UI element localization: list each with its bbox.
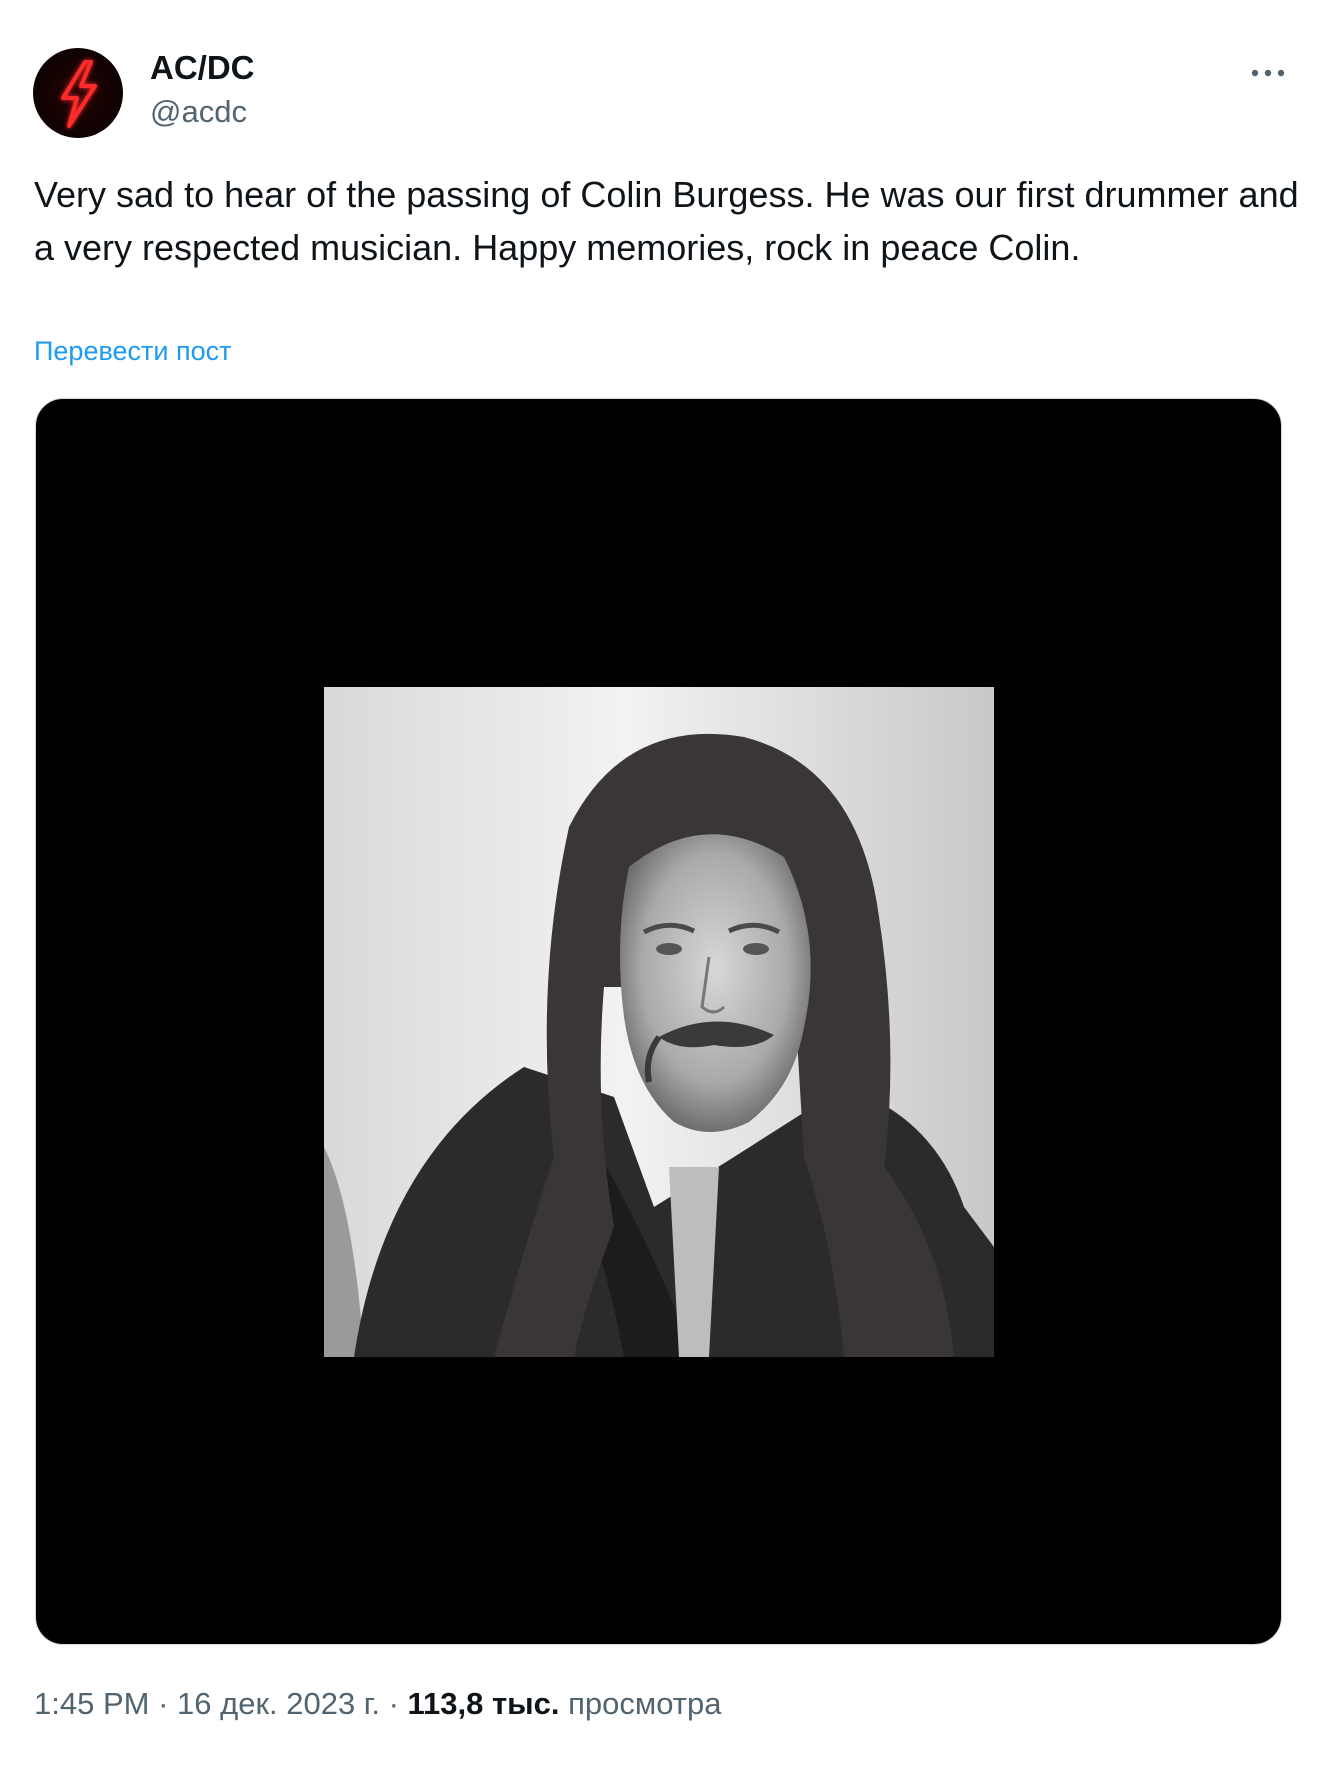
author-display-name[interactable]: AC/DC <box>150 48 255 88</box>
tweet: AC/DC @acdc Very sad to hear of the pass… <box>0 0 1332 1766</box>
translate-post-link[interactable]: Перевести пост <box>34 334 231 368</box>
post-date[interactable]: 16 дек. 2023 г. <box>177 1686 380 1721</box>
post-media[interactable] <box>35 398 1282 1645</box>
views-count[interactable]: 113,8 тыс. <box>408 1686 560 1721</box>
more-options-icon <box>1251 69 1285 77</box>
meta-separator: · <box>379 1686 408 1721</box>
lightning-bolt-icon <box>61 60 97 128</box>
post-meta: 1:45 PM · 16 дек. 2023 г. · 113,8 тыс. п… <box>34 1684 721 1724</box>
author-info: AC/DC @acdc <box>150 48 255 132</box>
post-text: Very sad to hear of the passing of Colin… <box>34 174 1309 268</box>
author-avatar[interactable] <box>33 48 123 138</box>
meta-separator: · <box>149 1686 178 1721</box>
post-time[interactable]: 1:45 PM <box>34 1686 149 1721</box>
more-options-button[interactable] <box>1246 58 1290 88</box>
views-label: просмотра <box>568 1686 722 1721</box>
author-handle[interactable]: @acdc <box>150 92 255 132</box>
portrait-photo <box>324 687 994 1357</box>
portrait-image <box>324 687 994 1357</box>
